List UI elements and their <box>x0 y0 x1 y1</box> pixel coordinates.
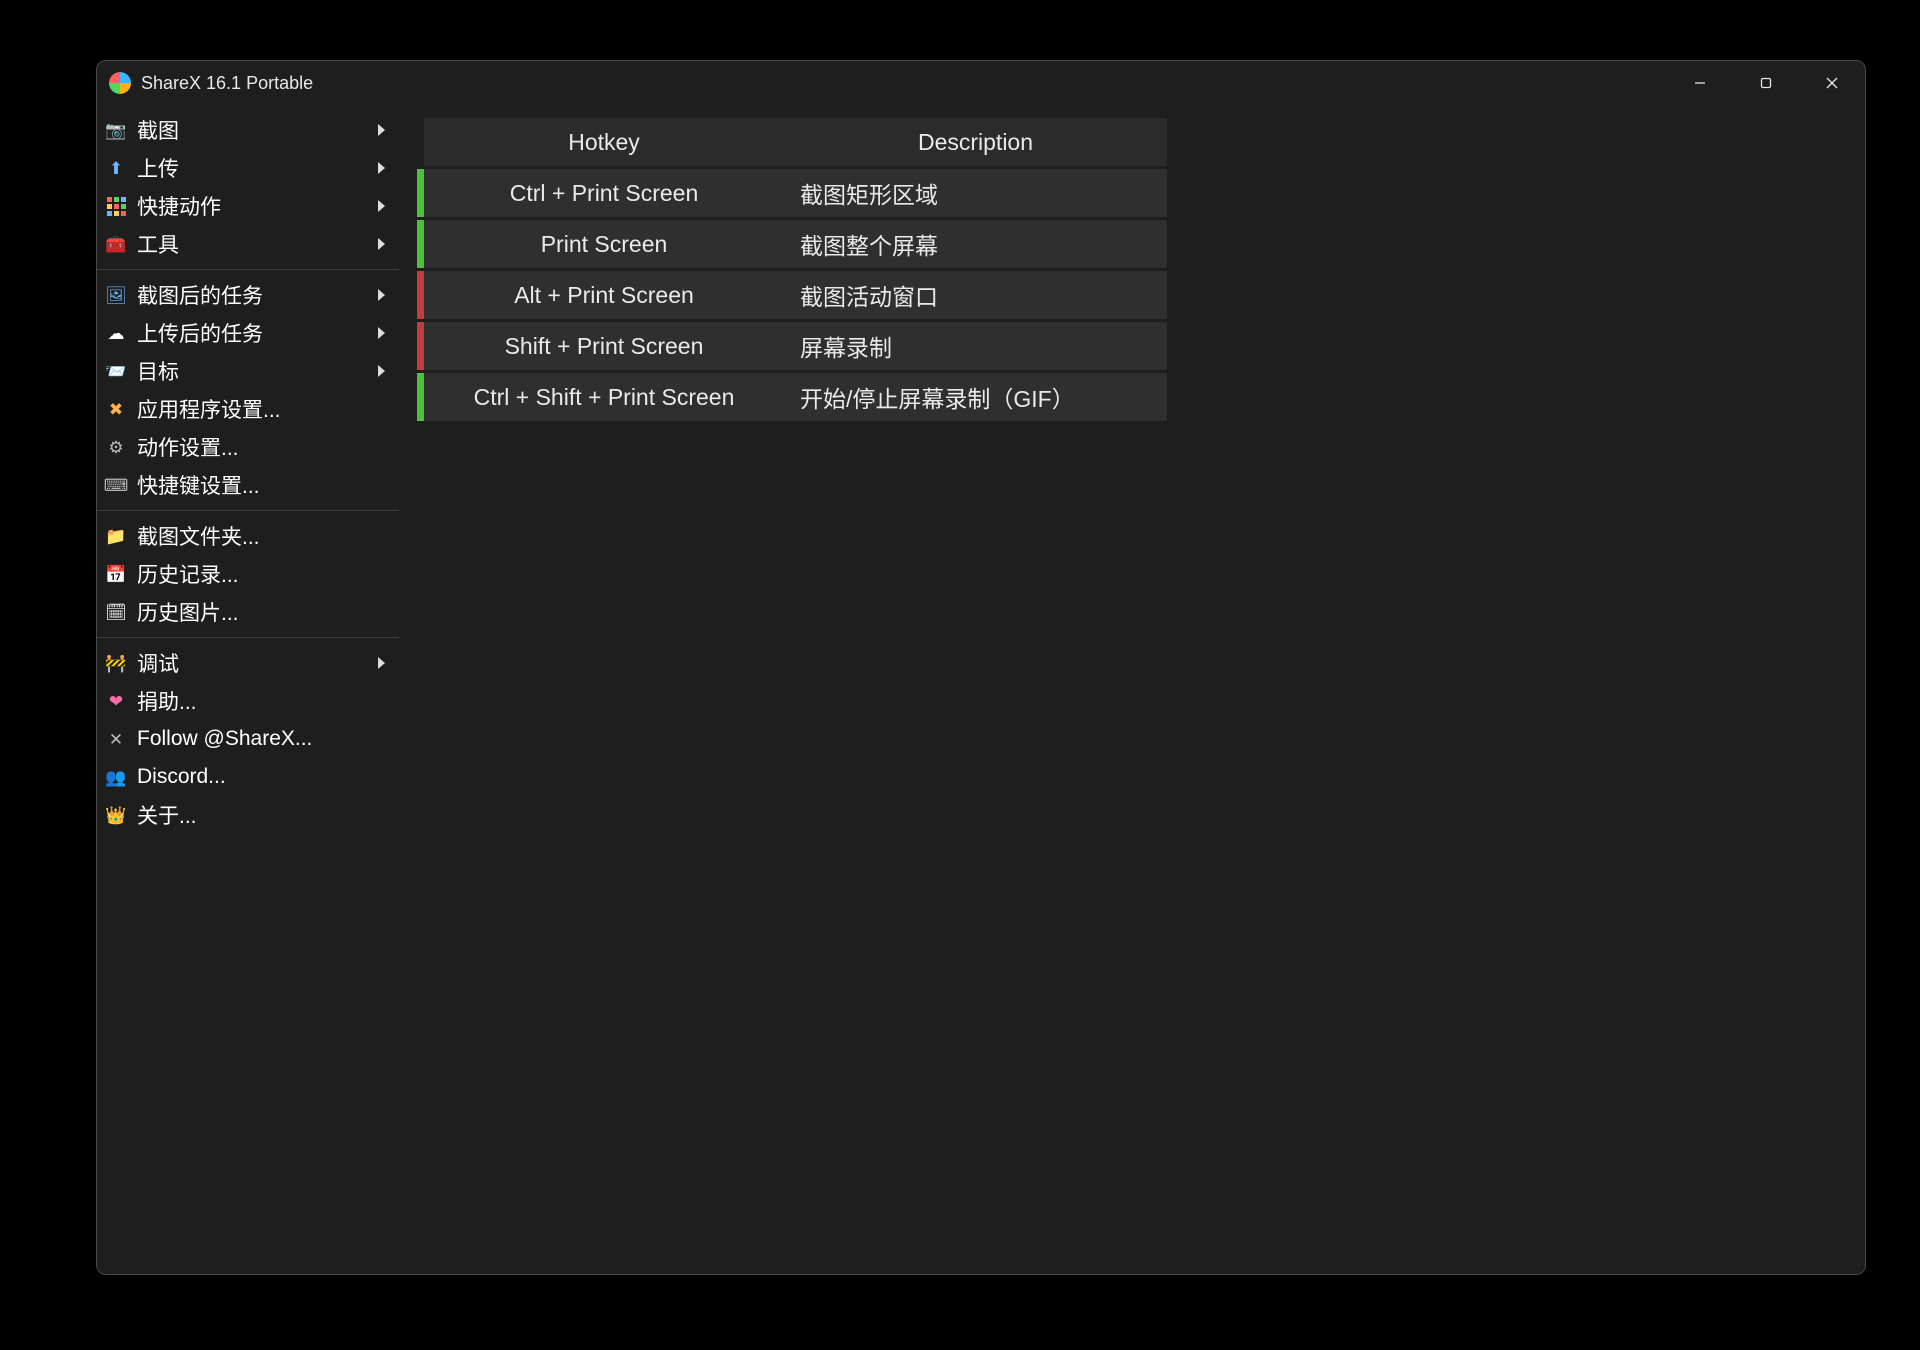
sidebar-item-label: 历史图片... <box>137 597 385 627</box>
submenu-arrow-icon <box>378 289 385 301</box>
close-button[interactable] <box>1799 61 1865 105</box>
status-indicator <box>417 271 424 319</box>
sidebar-item-donate[interactable]: ❤ 捐助... <box>97 682 399 720</box>
sidebar-item-after-upload[interactable]: ☁ 上传后的任务 <box>97 314 399 352</box>
about-icon: 👑 <box>105 804 127 826</box>
table-header-row: Hotkey Description <box>417 118 1167 166</box>
sidebar-item-after-capture[interactable]: 🖼 截图后的任务 <box>97 276 399 314</box>
maximize-button[interactable] <box>1733 61 1799 105</box>
hotkey-cell: Alt + Print Screen <box>424 271 784 319</box>
destinations-icon: 📨 <box>105 360 127 382</box>
sidebar-item-label: 截图后的任务 <box>137 280 378 310</box>
sidebar-item-destinations[interactable]: 📨 目标 <box>97 352 399 390</box>
sidebar-item-label: 动作设置... <box>137 432 385 462</box>
sidebar-item-label: Follow @ShareX... <box>137 727 385 751</box>
sidebar-item-label: 截图 <box>137 115 378 145</box>
sidebar-item-label: 快捷键设置... <box>137 470 385 500</box>
hotkey-cell: Shift + Print Screen <box>424 322 784 370</box>
sidebar: 📷 截图 ⬆ 上传快捷动作 🧰 工具 🖼 截图后的任务 ☁ 上传后的任务 📨 目标 ✖ 应用程序设置...… <box>97 105 399 1274</box>
submenu-arrow-icon <box>378 124 385 136</box>
titlebar[interactable]: ShareX 16.1 Portable <box>97 61 1865 105</box>
sidebar-item-image-history[interactable]: 🗓 历史图片... <box>97 593 399 631</box>
after-capture-icon: 🖼 <box>105 284 127 306</box>
hotkey-cell: Ctrl + Print Screen <box>424 169 784 217</box>
hotkey-row[interactable]: Ctrl + Shift + Print Screen开始/停止屏幕录制（GIF… <box>417 373 1167 421</box>
sidebar-item-label: 历史记录... <box>137 559 385 589</box>
sidebar-item-label: 截图文件夹... <box>137 521 385 551</box>
app-window: ShareX 16.1 Portable 📷 截图 ⬆ 上传快捷动作 🧰 工具 🖼 截图后的任… <box>96 60 1866 1275</box>
sharex-logo-icon <box>109 72 131 94</box>
sidebar-item-app-settings[interactable]: ✖ 应用程序设置... <box>97 390 399 428</box>
hotkey-row[interactable]: Ctrl + Print Screen截图矩形区域 <box>417 169 1167 217</box>
history-icon: 📅 <box>105 563 127 585</box>
follow-twitter-icon: ✕ <box>105 728 127 750</box>
minimize-button[interactable] <box>1667 61 1733 105</box>
window-title: ShareX 16.1 Portable <box>141 73 313 94</box>
donate-icon: ❤ <box>105 690 127 712</box>
sidebar-item-about[interactable]: 👑 关于... <box>97 796 399 834</box>
description-cell: 截图活动窗口 <box>784 271 1167 319</box>
sidebar-item-follow-twitter[interactable]: ✕ Follow @ShareX... <box>97 720 399 758</box>
sidebar-item-upload[interactable]: ⬆ 上传 <box>97 149 399 187</box>
hotkey-row[interactable]: Shift + Print Screen屏幕录制 <box>417 322 1167 370</box>
sidebar-item-label: 上传后的任务 <box>137 318 378 348</box>
sidebar-item-tools[interactable]: 🧰 工具 <box>97 225 399 263</box>
task-settings-icon: ⚙ <box>105 436 127 458</box>
col-hotkey: Hotkey <box>424 118 784 166</box>
description-cell: 截图矩形区域 <box>784 169 1167 217</box>
submenu-arrow-icon <box>378 238 385 250</box>
submenu-arrow-icon <box>378 327 385 339</box>
sidebar-item-discord[interactable]: 👥 Discord... <box>97 758 399 796</box>
upload-icon: ⬆ <box>105 157 127 179</box>
sidebar-item-label: 上传 <box>137 153 378 183</box>
sidebar-item-history[interactable]: 📅 历史记录... <box>97 555 399 593</box>
hotkey-cell: Print Screen <box>424 220 784 268</box>
status-indicator <box>417 169 424 217</box>
sidebar-item-label: 关于... <box>137 800 385 830</box>
hotkey-table: Hotkey Description Ctrl + Print Screen截图… <box>417 115 1167 424</box>
screenshots-folder-icon: 📁 <box>105 525 127 547</box>
sidebar-item-debug[interactable]: 🚧 调试 <box>97 644 399 682</box>
debug-icon: 🚧 <box>105 652 127 674</box>
sidebar-item-screenshots-folder[interactable]: 📁 截图文件夹... <box>97 517 399 555</box>
description-cell: 截图整个屏幕 <box>784 220 1167 268</box>
submenu-arrow-icon <box>378 657 385 669</box>
sidebar-item-screenshot[interactable]: 📷 截图 <box>97 111 399 149</box>
sidebar-item-hotkey-settings[interactable]: ⌨ 快捷键设置... <box>97 466 399 504</box>
sidebar-item-label: Discord... <box>137 765 385 789</box>
main-content: Hotkey Description Ctrl + Print Screen截图… <box>399 105 1865 1274</box>
hotkey-row[interactable]: Print Screen截图整个屏幕 <box>417 220 1167 268</box>
quick-actions-icon <box>105 195 127 217</box>
submenu-arrow-icon <box>378 365 385 377</box>
description-cell: 开始/停止屏幕录制（GIF） <box>784 373 1167 421</box>
sidebar-item-label: 工具 <box>137 229 378 259</box>
sidebar-item-label: 捐助... <box>137 686 385 716</box>
hotkey-cell: Ctrl + Shift + Print Screen <box>424 373 784 421</box>
description-cell: 屏幕录制 <box>784 322 1167 370</box>
hotkey-settings-icon: ⌨ <box>105 474 127 496</box>
status-indicator <box>417 322 424 370</box>
menu-divider <box>97 510 399 511</box>
screenshot-icon: 📷 <box>105 119 127 141</box>
menu-divider <box>97 269 399 270</box>
sidebar-item-quick-actions[interactable]: 快捷动作 <box>97 187 399 225</box>
submenu-arrow-icon <box>378 162 385 174</box>
image-history-icon: 🗓 <box>105 601 127 623</box>
hotkey-row[interactable]: Alt + Print Screen截图活动窗口 <box>417 271 1167 319</box>
sidebar-item-label: 快捷动作 <box>137 191 378 221</box>
sidebar-item-label: 应用程序设置... <box>137 394 385 424</box>
status-indicator <box>417 220 424 268</box>
sidebar-item-label: 目标 <box>137 356 378 386</box>
submenu-arrow-icon <box>378 200 385 212</box>
status-indicator <box>417 373 424 421</box>
discord-icon: 👥 <box>105 766 127 788</box>
after-upload-icon: ☁ <box>105 322 127 344</box>
tools-icon: 🧰 <box>105 233 127 255</box>
col-description: Description <box>784 118 1167 166</box>
sidebar-item-task-settings[interactable]: ⚙ 动作设置... <box>97 428 399 466</box>
app-settings-icon: ✖ <box>105 398 127 420</box>
menu-divider <box>97 637 399 638</box>
sidebar-item-label: 调试 <box>137 648 378 678</box>
